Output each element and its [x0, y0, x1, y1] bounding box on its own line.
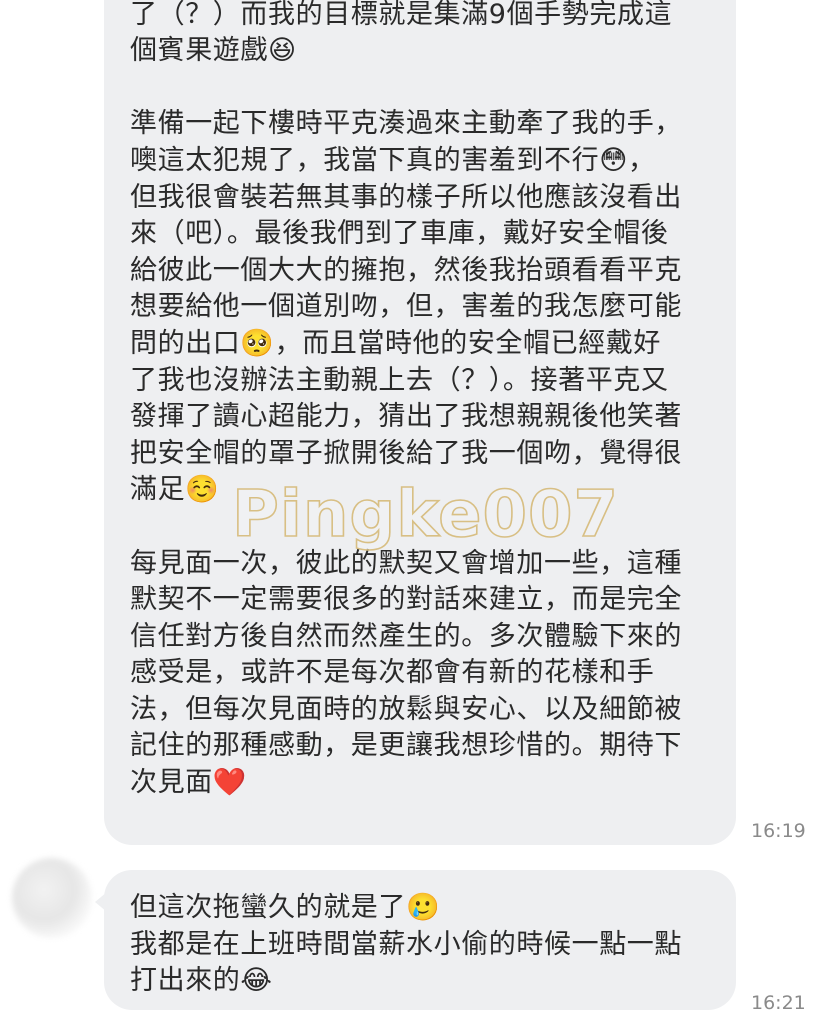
message-bubble-1[interactable]: 這這個被這回將我還手勢無論事個說要來也好了（？）而我的目標就是集滿9個手勢完成這…	[104, 0, 736, 845]
message-line: 次見面❤️	[130, 767, 248, 799]
message-line: 噢這太犯規了，我當下真的害羞到不行😳，	[130, 144, 656, 176]
message-line: 個賓果遊戲😆	[130, 35, 297, 67]
message-timestamp-2: 16:21	[751, 992, 806, 1014]
message-line: 但我很會裝若無其事的樣子所以他應該沒看出	[130, 181, 682, 213]
message-line: 我都是在上班時間當薪水小偷的時候一點一點	[130, 928, 682, 960]
message-line: 滿足☺️	[130, 474, 220, 506]
message-line: 信任對方後自然而然產生的。多次體驗下來的	[130, 620, 682, 652]
message-line: 發揮了讀心超能力，猜出了我想親親後他笑著	[130, 401, 682, 433]
message-timestamp-1: 16:19	[751, 820, 806, 842]
message-line: 來（吧）。最後我們到了車庫，戴好安全帽後	[130, 218, 669, 250]
message-line: 法，但每次見面時的放鬆與安心、以及細節被	[130, 693, 682, 725]
message-line: 把安全帽的罩子掀開後給了我一個吻，覺得很	[130, 437, 682, 469]
message-text-2: 但這次拖蠻久的就是了🥲 我都是在上班時間當薪水小偷的時候一點一點 打出來的😂	[130, 890, 720, 1000]
message-line: 想要給他一個道別吻，但，害羞的我怎麼可能	[130, 291, 682, 323]
message-line: 準備一起下樓時平克湊過來主動牽了我的手，	[130, 108, 682, 140]
message-line: 記住的那種感動，是更讓我想珍惜的。期待下	[130, 730, 682, 762]
message-line: 但這次拖蠻久的就是了🥲	[130, 892, 441, 923]
message-line: 感受是，或許不是每次都會有新的花樣和手	[130, 657, 655, 689]
message-line: 默契不一定需要很多的對話來建立，而是完全	[130, 584, 682, 616]
sender-avatar[interactable]	[12, 858, 92, 938]
message-line: 打出來的😂	[130, 965, 273, 997]
message-line: 問的出口🥺，而且當時他的安全帽已經戴好	[130, 327, 662, 359]
message-line	[130, 509, 730, 546]
message-bubble-2[interactable]: 但這次拖蠻久的就是了🥲 我都是在上班時間當薪水小偷的時候一點一點 打出來的😂	[104, 870, 736, 1010]
message-text-1: 這這個被這回將我還手勢無論事個說要來也好了（？）而我的目標就是集滿9個手勢完成這…	[130, 0, 730, 802]
message-line	[130, 70, 730, 107]
message-line: 了我也沒辦法主動親上去（？）。接著平克又	[130, 364, 669, 396]
message-line: 給彼此一個大大的擁抱，然後我抬頭看看平克	[130, 254, 682, 286]
message-line: 每見面一次，彼此的默契又會增加一些，這種	[130, 547, 682, 579]
message-line: 了（？）而我的目標就是集滿9個手勢完成這	[130, 0, 673, 30]
